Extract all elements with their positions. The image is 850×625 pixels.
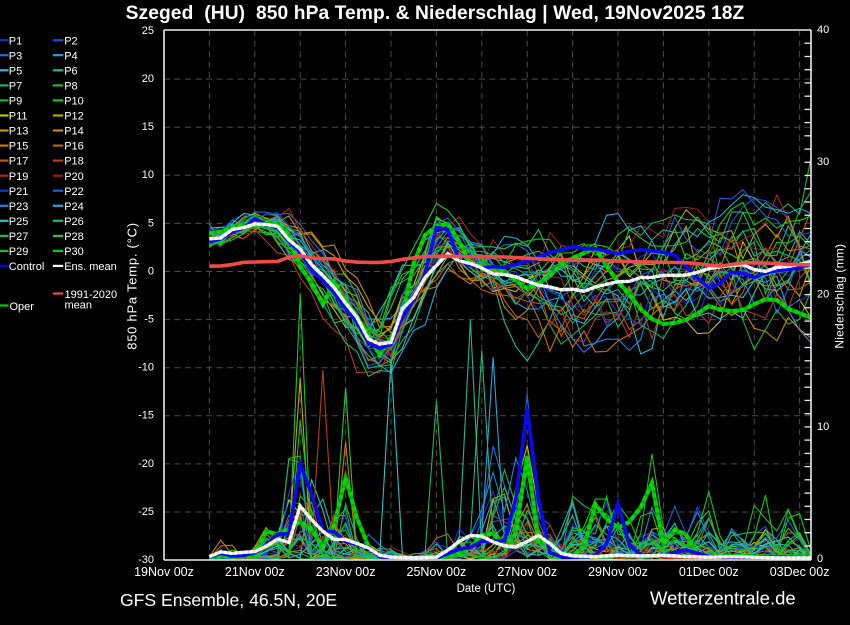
svg-text:0: 0 xyxy=(817,553,823,565)
svg-text:P24: P24 xyxy=(64,201,84,213)
svg-text:P30: P30 xyxy=(64,246,84,258)
svg-text:P5: P5 xyxy=(9,65,22,77)
svg-text:5: 5 xyxy=(148,217,154,229)
svg-text:P4: P4 xyxy=(64,50,77,62)
svg-text:P26: P26 xyxy=(64,216,84,228)
svg-text:Date (UTC): Date (UTC) xyxy=(457,583,516,595)
svg-text:P11: P11 xyxy=(9,111,28,123)
svg-text:P18: P18 xyxy=(64,156,84,168)
svg-text:0: 0 xyxy=(148,265,154,277)
svg-text:29Nov 00z: 29Nov 00z xyxy=(588,565,648,579)
svg-text:Control: Control xyxy=(9,261,44,273)
svg-text:P9: P9 xyxy=(9,96,22,108)
svg-text:27Nov 00z: 27Nov 00z xyxy=(497,565,557,579)
svg-text:P28: P28 xyxy=(64,231,84,243)
svg-text:Ens. mean: Ens. mean xyxy=(64,261,117,273)
svg-text:P13: P13 xyxy=(9,126,29,138)
svg-text:-10: -10 xyxy=(138,362,154,374)
svg-text:P6: P6 xyxy=(64,65,77,77)
svg-text:21Nov 00z: 21Nov 00z xyxy=(225,565,285,579)
svg-text:20: 20 xyxy=(142,73,154,85)
svg-text:23Nov 00z: 23Nov 00z xyxy=(316,565,376,579)
svg-text:-15: -15 xyxy=(138,410,154,422)
svg-text:P29: P29 xyxy=(9,246,29,258)
svg-text:P1: P1 xyxy=(9,35,22,47)
svg-text:10: 10 xyxy=(817,421,829,433)
svg-text:P17: P17 xyxy=(9,156,29,168)
svg-text:850 hPa Temp. (°C): 850 hPa Temp. (°C) xyxy=(124,222,139,350)
svg-text:30: 30 xyxy=(817,156,829,168)
svg-text:25Nov 00z: 25Nov 00z xyxy=(407,565,467,579)
svg-text:P14: P14 xyxy=(64,126,84,138)
svg-text:P27: P27 xyxy=(9,231,29,243)
svg-text:P21: P21 xyxy=(9,186,29,198)
svg-text:P12: P12 xyxy=(64,111,84,123)
svg-text:GFS Ensemble, 46.5N, 20E: GFS Ensemble, 46.5N, 20E xyxy=(120,590,337,610)
svg-text:P25: P25 xyxy=(9,216,29,228)
svg-text:P8: P8 xyxy=(64,81,77,93)
svg-text:-25: -25 xyxy=(138,506,154,518)
svg-text:P16: P16 xyxy=(64,141,84,153)
svg-text:P19: P19 xyxy=(9,171,29,183)
svg-text:Niederschlag (mm): Niederschlag (mm) xyxy=(833,244,847,349)
svg-text:-5: -5 xyxy=(144,314,154,326)
svg-text:P7: P7 xyxy=(9,81,22,93)
svg-text:25: 25 xyxy=(142,25,154,37)
svg-text:P10: P10 xyxy=(64,96,84,108)
svg-text:03Dec 00z: 03Dec 00z xyxy=(770,565,830,579)
svg-text:20: 20 xyxy=(817,289,829,301)
svg-text:Szeged (HU) 850 hPa Temp. &: Szeged (HU) 850 hPa Temp. & Niederschlag… xyxy=(126,3,745,24)
svg-text:19Nov 00z: 19Nov 00z xyxy=(134,565,194,579)
svg-text:P22: P22 xyxy=(64,186,84,198)
svg-text:mean: mean xyxy=(65,300,93,312)
svg-text:P15: P15 xyxy=(9,141,29,153)
svg-text:10: 10 xyxy=(142,169,154,181)
svg-text:P2: P2 xyxy=(64,35,77,47)
svg-text:Oper: Oper xyxy=(10,301,35,313)
svg-text:P20: P20 xyxy=(64,171,84,183)
svg-text:Wetterzentrale.de: Wetterzentrale.de xyxy=(650,588,796,609)
svg-text:01Dec 00z: 01Dec 00z xyxy=(679,565,739,579)
svg-text:-20: -20 xyxy=(138,458,154,470)
svg-text:40: 40 xyxy=(817,24,829,36)
svg-text:P23: P23 xyxy=(9,201,29,213)
svg-text:P3: P3 xyxy=(9,50,22,62)
svg-text:15: 15 xyxy=(142,121,154,133)
